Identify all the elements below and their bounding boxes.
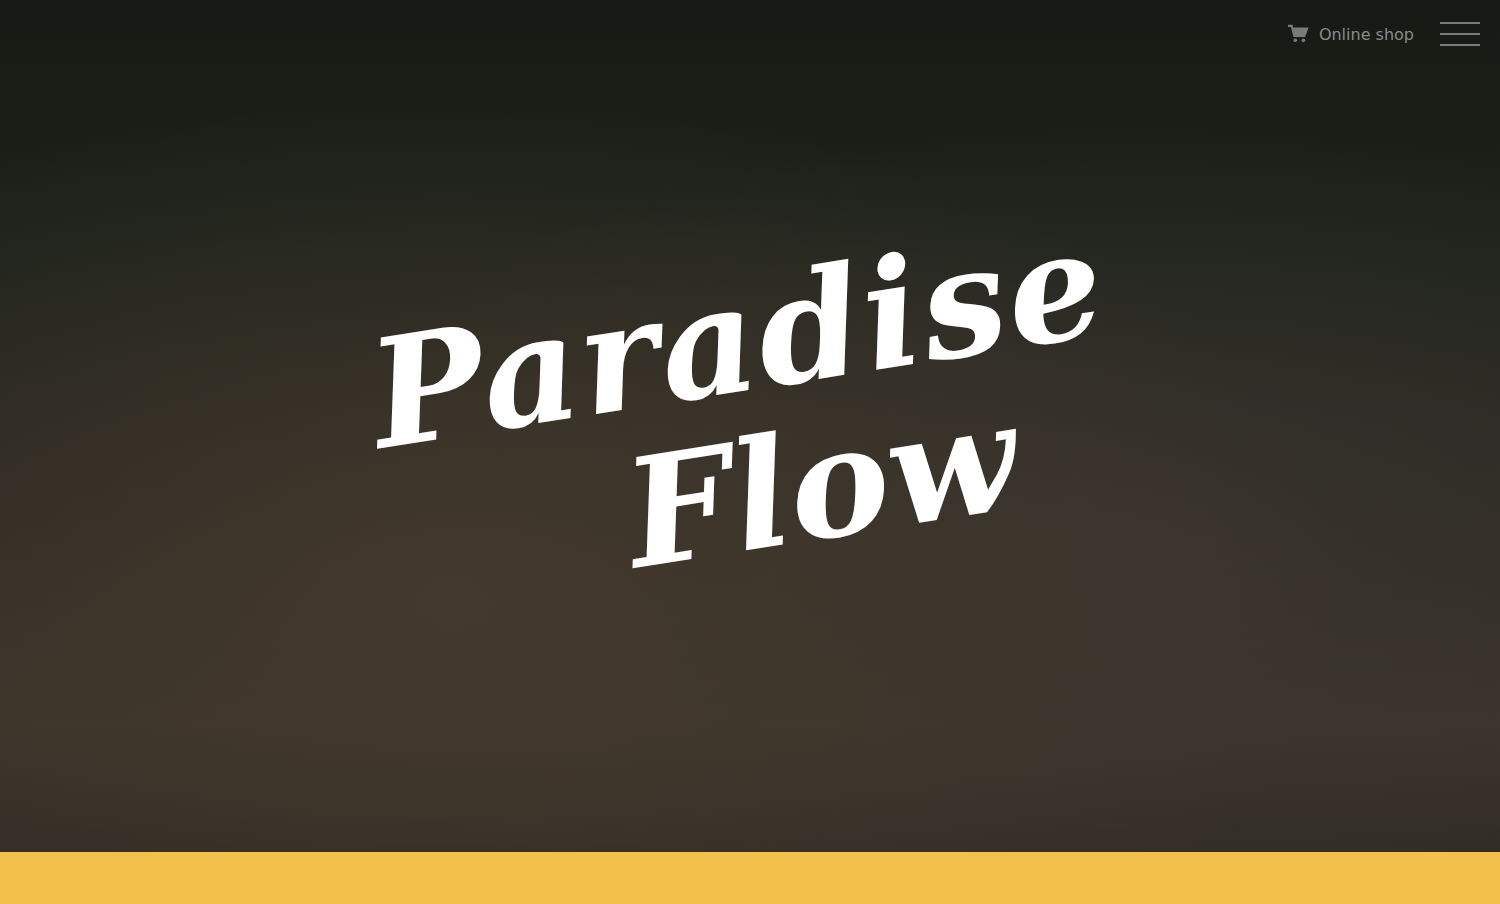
menu-icon[interactable] xyxy=(1440,18,1480,50)
online-shop-label[interactable]: Online shop xyxy=(1319,25,1414,44)
header: Online shop xyxy=(1287,18,1480,50)
hero: Online shop ParadiseFlow xyxy=(0,0,1500,852)
logo: ParadiseFlow xyxy=(360,203,1140,630)
online-shop-link[interactable]: Online shop xyxy=(1287,24,1414,44)
cart-icon xyxy=(1287,24,1309,44)
yellow-strip xyxy=(0,852,1500,904)
